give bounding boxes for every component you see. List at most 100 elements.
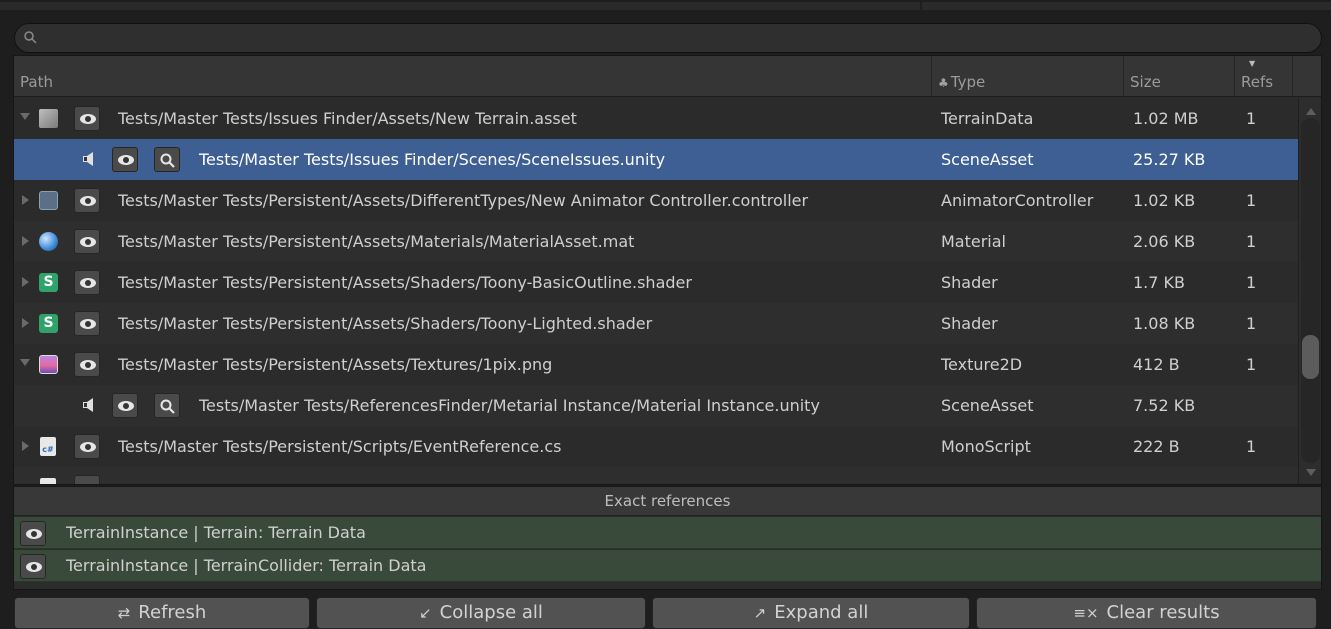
foldout-collapsed-icon[interactable]: [22, 441, 29, 451]
animator-controller-icon: [39, 191, 58, 210]
table-row[interactable]: Tests/Master Tests/Issues Finder/Assets/…: [14, 98, 1298, 139]
collapse-icon: ↙: [419, 604, 432, 622]
eye-icon: [80, 360, 96, 370]
row-type: TerrainData: [941, 109, 1034, 128]
scene-icon: [83, 152, 93, 166]
ping-eye-button[interactable]: [20, 554, 46, 579]
top-strip-right: [922, 2, 1331, 10]
foldout-collapsed-icon[interactable]: [22, 236, 29, 246]
ping-eye-button[interactable]: [74, 229, 100, 254]
column-type[interactable]: ♣ Type: [932, 56, 1124, 97]
scrollbar-thumb[interactable]: [1302, 335, 1319, 379]
table-row-partial[interactable]: [14, 467, 1298, 484]
row-path: Tests/Master Tests/Issues Finder/Scenes/…: [199, 150, 666, 169]
exact-reference-item[interactable]: TerrainInstance | Terrain: Terrain Data: [14, 517, 1321, 549]
row-path: Tests/Master Tests/Persistent/Assets/Mat…: [118, 232, 635, 251]
row-path: Tests/Master Tests/Persistent/Assets/Dif…: [118, 191, 809, 210]
row-type: Shader: [941, 273, 998, 292]
find-reference-button[interactable]: [154, 147, 180, 172]
shader-icon: S: [39, 273, 58, 292]
refresh-icon: ⇄: [117, 604, 131, 622]
foldout-collapsed-icon[interactable]: [22, 277, 29, 287]
clear-results-icon: ≡×: [1073, 604, 1099, 622]
foldout-expanded-icon[interactable]: [20, 359, 30, 366]
ping-eye-button[interactable]: [112, 393, 138, 418]
material-icon: [39, 232, 58, 251]
csharp-script-icon: [40, 478, 56, 484]
expand-icon: ↗: [753, 604, 767, 622]
ping-eye-button[interactable]: [74, 352, 100, 377]
exact-reference-label: TerrainInstance | TerrainCollider: Terra…: [66, 556, 427, 575]
shader-icon: S: [39, 314, 58, 333]
collapse-all-button[interactable]: ↙ Collapse all: [316, 597, 646, 629]
scrollbar-track[interactable]: [1301, 118, 1320, 463]
table-row[interactable]: Tests/Master Tests/Persistent/Assets/Tex…: [14, 344, 1298, 385]
eye-icon: [118, 155, 134, 165]
row-size: 222 B: [1133, 437, 1180, 456]
scroll-down-icon[interactable]: [1306, 469, 1316, 476]
row-type: SceneAsset: [941, 150, 1034, 169]
row-refs: 1: [1246, 109, 1257, 128]
eye-icon: [118, 401, 134, 411]
ping-eye-button[interactable]: [74, 311, 100, 336]
results-list: Tests/Master Tests/Issues Finder/Assets/…: [14, 98, 1321, 484]
row-type: MonoScript: [941, 437, 1031, 456]
row-type: Material: [941, 232, 1006, 251]
table-row[interactable]: Tests/Master Tests/ReferencesFinder/Meta…: [14, 385, 1298, 426]
type-column-label: ♣ Type: [938, 73, 986, 91]
row-path: Tests/Master Tests/ReferencesFinder/Meta…: [199, 396, 820, 415]
column-refs[interactable]: ▼ Refs: [1235, 56, 1293, 97]
csharp-script-icon: c#: [40, 437, 56, 456]
table-row[interactable]: Tests/Master Tests/Issues Finder/Scenes/…: [14, 139, 1298, 180]
vertical-scrollbar[interactable]: [1298, 98, 1321, 484]
sort-people-icon: ♣: [938, 76, 949, 90]
ping-eye-button[interactable]: [112, 147, 138, 172]
ping-eye-button[interactable]: [74, 434, 100, 459]
top-strip-left: [0, 2, 920, 10]
ping-eye-button[interactable]: [74, 188, 100, 213]
ping-eye-button[interactable]: [74, 270, 100, 295]
table-row[interactable]: S Tests/Master Tests/Persistent/Assets/S…: [14, 303, 1298, 344]
column-size[interactable]: Size: [1124, 56, 1235, 97]
scroll-up-icon[interactable]: [1306, 108, 1316, 115]
table-row[interactable]: Tests/Master Tests/Persistent/Assets/Dif…: [14, 180, 1298, 221]
exact-reference-item[interactable]: TerrainInstance | TerrainCollider: Terra…: [14, 550, 1321, 582]
table-row[interactable]: c# Tests/Master Tests/Persistent/Scripts…: [14, 426, 1298, 467]
table-row[interactable]: S Tests/Master Tests/Persistent/Assets/S…: [14, 262, 1298, 303]
eye-icon: [80, 237, 96, 247]
row-size: 1.02 MB: [1133, 109, 1199, 128]
ping-eye-button[interactable]: [20, 521, 46, 546]
foldout-expanded-icon[interactable]: [20, 113, 30, 120]
row-type: AnimatorController: [941, 191, 1094, 210]
expand-all-button[interactable]: ↗ Expand all: [652, 597, 970, 629]
eye-icon: [80, 278, 96, 288]
foldout-collapsed-icon[interactable]: [22, 318, 29, 328]
row-type: Shader: [941, 314, 998, 333]
search-icon: [160, 399, 175, 414]
eye-icon: [80, 442, 96, 452]
eye-icon: [26, 529, 42, 539]
search-input[interactable]: [14, 23, 1322, 53]
row-size: 25.27 KB: [1133, 150, 1206, 169]
row-path: Tests/Master Tests/Issues Finder/Assets/…: [118, 109, 577, 128]
find-reference-button[interactable]: [154, 393, 180, 418]
eye-icon: [80, 319, 96, 329]
eye-icon: [26, 562, 42, 572]
row-size: 1.02 KB: [1133, 191, 1196, 210]
row-type: SceneAsset: [941, 396, 1034, 415]
clear-results-button[interactable]: ≡× Clear results: [976, 597, 1317, 629]
sort-descending-icon: ▼: [1249, 59, 1256, 68]
row-refs: 1: [1246, 232, 1257, 251]
row-size: 412 B: [1133, 355, 1180, 374]
terrain-icon: [39, 109, 58, 128]
table-row[interactable]: Tests/Master Tests/Persistent/Assets/Mat…: [14, 221, 1298, 262]
row-size: 7.52 KB: [1133, 396, 1196, 415]
foldout-collapsed-icon[interactable]: [22, 195, 29, 205]
refresh-button[interactable]: ⇄ Refresh: [14, 597, 310, 629]
results-panel: Path ♣ Type Size ▼ Refs Tests/Master Test…: [13, 55, 1322, 485]
ping-eye-button[interactable]: [74, 106, 100, 131]
column-path[interactable]: Path: [14, 56, 932, 97]
top-strip: [0, 0, 1331, 22]
eye-icon: [80, 196, 96, 206]
ping-eye-button[interactable]: [74, 475, 100, 484]
